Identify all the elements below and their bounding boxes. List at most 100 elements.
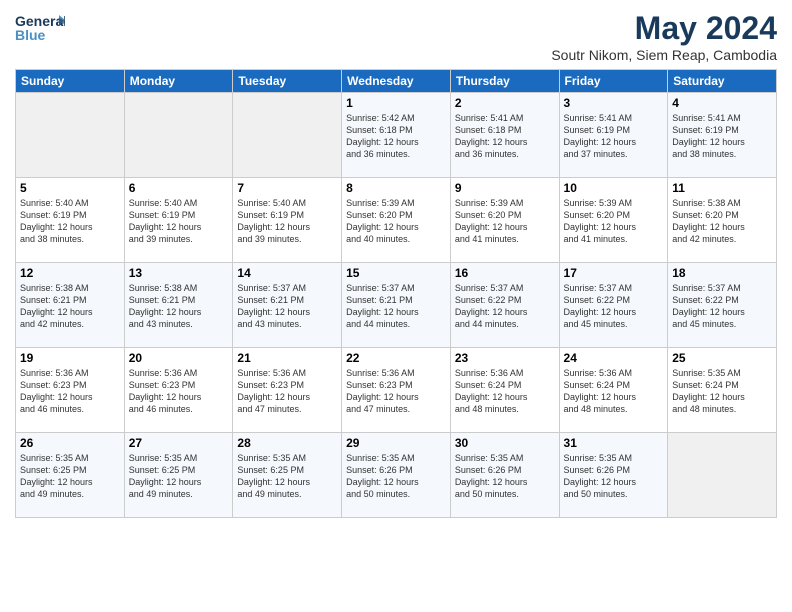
day-info: Sunrise: 5:37 AM Sunset: 6:21 PM Dayligh… (346, 282, 446, 331)
day-number: 4 (672, 96, 772, 110)
day-info: Sunrise: 5:40 AM Sunset: 6:19 PM Dayligh… (237, 197, 337, 246)
day-number: 24 (564, 351, 664, 365)
table-row: 29 Sunrise: 5:35 AM Sunset: 6:26 PM Dayli… (342, 433, 451, 518)
location: Soutr Nikom, Siem Reap, Cambodia (551, 47, 777, 63)
table-row (16, 93, 125, 178)
table-row: 26 Sunrise: 5:35 AM Sunset: 6:25 PM Dayli… (16, 433, 125, 518)
table-row: 27Sunrise: 5:35 AM Sunset: 6:25 PM Dayli… (124, 433, 233, 518)
day-number: 23 (455, 351, 555, 365)
day-info: Sunrise: 5:36 AM Sunset: 6:24 PM Dayligh… (455, 367, 555, 416)
table-row: 12 Sunrise: 5:38 AM Sunset: 6:21 PM Dayli… (16, 263, 125, 348)
table-row: 13 Sunrise: 5:38 AM Sunset: 6:21 PM Dayli… (124, 263, 233, 348)
table-row (233, 93, 342, 178)
day-info: Sunrise: 5:37 AM Sunset: 6:22 PM Dayligh… (455, 282, 555, 331)
day-number: 18 (672, 266, 772, 280)
day-number: 15 (346, 266, 446, 280)
day-info: Sunrise: 5:36 AM Sunset: 6:24 PM Dayligh… (564, 367, 664, 416)
page: General Blue May 2024 Soutr Nikom, Siem … (0, 0, 792, 612)
day-number: 10 (564, 181, 664, 195)
day-number: 17 (564, 266, 664, 280)
table-row: 25 Sunrise: 5:35 AM Sunset: 6:24 PM Dayli… (668, 348, 777, 433)
day-number: 30 (455, 436, 555, 450)
day-number: 7 (237, 181, 337, 195)
day-info: Sunrise: 5:35 AM Sunset: 6:26 PM Dayligh… (346, 452, 446, 501)
header-tuesday: Tuesday (233, 70, 342, 93)
table-row: 1 Sunrise: 5:42 AM Sunset: 6:18 PM Daylig… (342, 93, 451, 178)
day-number: 31 (564, 436, 664, 450)
day-number: 25 (672, 351, 772, 365)
day-number: 3 (564, 96, 664, 110)
table-row: 16 Sunrise: 5:37 AM Sunset: 6:22 PM Dayli… (450, 263, 559, 348)
day-number: 28 (237, 436, 337, 450)
month-title: May 2024 (551, 10, 777, 47)
day-info: Sunrise: 5:35 AM Sunset: 6:26 PM Dayligh… (564, 452, 664, 501)
table-row: 31 Sunrise: 5:35 AM Sunset: 6:26 PM Dayli… (559, 433, 668, 518)
day-number: 29 (346, 436, 446, 450)
calendar-week-row: 5 Sunrise: 5:40 AM Sunset: 6:19 PM Daylig… (16, 178, 777, 263)
day-number: 8 (346, 181, 446, 195)
day-info: Sunrise: 5:41 AM Sunset: 6:19 PM Dayligh… (672, 112, 772, 161)
day-info: Sunrise: 5:36 AM Sunset: 6:23 PM Dayligh… (20, 367, 120, 416)
header-friday: Friday (559, 70, 668, 93)
table-row: 19Sunrise: 5:36 AM Sunset: 6:23 PM Dayli… (16, 348, 125, 433)
day-number: 26 (20, 436, 120, 450)
day-number: 20 (129, 351, 229, 365)
header-wednesday: Wednesday (342, 70, 451, 93)
table-row: 22Sunrise: 5:36 AM Sunset: 6:23 PM Dayli… (342, 348, 451, 433)
table-row (124, 93, 233, 178)
day-number: 13 (129, 266, 229, 280)
svg-text:Blue: Blue (15, 27, 46, 43)
calendar-header-row: Sunday Monday Tuesday Wednesday Thursday… (16, 70, 777, 93)
table-row: 21Sunrise: 5:36 AM Sunset: 6:23 PM Dayli… (233, 348, 342, 433)
day-info: Sunrise: 5:35 AM Sunset: 6:24 PM Dayligh… (672, 367, 772, 416)
day-info: Sunrise: 5:35 AM Sunset: 6:26 PM Dayligh… (455, 452, 555, 501)
day-number: 16 (455, 266, 555, 280)
header-saturday: Saturday (668, 70, 777, 93)
day-info: Sunrise: 5:38 AM Sunset: 6:20 PM Dayligh… (672, 197, 772, 246)
calendar-week-row: 26 Sunrise: 5:35 AM Sunset: 6:25 PM Dayli… (16, 433, 777, 518)
day-info: Sunrise: 5:41 AM Sunset: 6:18 PM Dayligh… (455, 112, 555, 161)
table-row: 10 Sunrise: 5:39 AM Sunset: 6:20 PM Dayli… (559, 178, 668, 263)
day-info: Sunrise: 5:39 AM Sunset: 6:20 PM Dayligh… (346, 197, 446, 246)
day-number: 14 (237, 266, 337, 280)
day-number: 9 (455, 181, 555, 195)
day-info: Sunrise: 5:35 AM Sunset: 6:25 PM Dayligh… (237, 452, 337, 501)
day-info: Sunrise: 5:37 AM Sunset: 6:21 PM Dayligh… (237, 282, 337, 331)
day-info: Sunrise: 5:35 AM Sunset: 6:25 PM Dayligh… (129, 452, 229, 501)
table-row: 20 Sunrise: 5:36 AM Sunset: 6:23 PM Dayli… (124, 348, 233, 433)
day-info: Sunrise: 5:40 AM Sunset: 6:19 PM Dayligh… (129, 197, 229, 246)
table-row: 11 Sunrise: 5:38 AM Sunset: 6:20 PM Dayli… (668, 178, 777, 263)
day-number: 1 (346, 96, 446, 110)
day-number: 5 (20, 181, 120, 195)
calendar-week-row: 19Sunrise: 5:36 AM Sunset: 6:23 PM Dayli… (16, 348, 777, 433)
table-row: 6 Sunrise: 5:40 AM Sunset: 6:19 PM Daylig… (124, 178, 233, 263)
day-number: 11 (672, 181, 772, 195)
day-info: Sunrise: 5:41 AM Sunset: 6:19 PM Dayligh… (564, 112, 664, 161)
table-row: 15 Sunrise: 5:37 AM Sunset: 6:21 PM Dayli… (342, 263, 451, 348)
day-info: Sunrise: 5:38 AM Sunset: 6:21 PM Dayligh… (20, 282, 120, 331)
logo-icon: General Blue (15, 10, 65, 50)
day-info: Sunrise: 5:39 AM Sunset: 6:20 PM Dayligh… (564, 197, 664, 246)
header-monday: Monday (124, 70, 233, 93)
day-info: Sunrise: 5:36 AM Sunset: 6:23 PM Dayligh… (129, 367, 229, 416)
day-info: Sunrise: 5:37 AM Sunset: 6:22 PM Dayligh… (564, 282, 664, 331)
day-info: Sunrise: 5:38 AM Sunset: 6:21 PM Dayligh… (129, 282, 229, 331)
table-row: 7 Sunrise: 5:40 AM Sunset: 6:19 PM Daylig… (233, 178, 342, 263)
table-row: 14 Sunrise: 5:37 AM Sunset: 6:21 PM Dayli… (233, 263, 342, 348)
header-thursday: Thursday (450, 70, 559, 93)
day-info: Sunrise: 5:39 AM Sunset: 6:20 PM Dayligh… (455, 197, 555, 246)
header-sunday: Sunday (16, 70, 125, 93)
table-row: 4 Sunrise: 5:41 AM Sunset: 6:19 PM Daylig… (668, 93, 777, 178)
day-number: 2 (455, 96, 555, 110)
calendar-table: Sunday Monday Tuesday Wednesday Thursday… (15, 69, 777, 518)
header: General Blue May 2024 Soutr Nikom, Siem … (15, 10, 777, 63)
table-row: 30 Sunrise: 5:35 AM Sunset: 6:26 PM Dayli… (450, 433, 559, 518)
day-info: Sunrise: 5:40 AM Sunset: 6:19 PM Dayligh… (20, 197, 120, 246)
table-row: 28 Sunrise: 5:35 AM Sunset: 6:25 PM Dayli… (233, 433, 342, 518)
day-info: Sunrise: 5:42 AM Sunset: 6:18 PM Dayligh… (346, 112, 446, 161)
day-info: Sunrise: 5:36 AM Sunset: 6:23 PM Dayligh… (237, 367, 337, 416)
day-number: 12 (20, 266, 120, 280)
day-number: 6 (129, 181, 229, 195)
table-row (668, 433, 777, 518)
day-info: Sunrise: 5:35 AM Sunset: 6:25 PM Dayligh… (20, 452, 120, 501)
